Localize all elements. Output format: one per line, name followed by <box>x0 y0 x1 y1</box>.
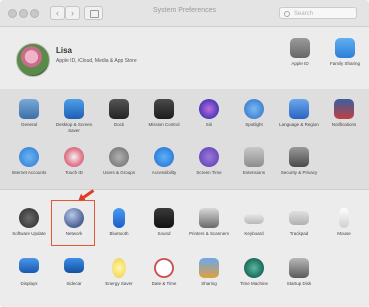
show-all-button[interactable] <box>84 6 103 20</box>
printer-icon <box>199 208 219 228</box>
apple-id-icon <box>290 38 310 58</box>
energy-saver-icon <box>112 258 126 278</box>
close-window-button[interactable] <box>8 9 17 18</box>
pref-apple-id[interactable]: Apple ID <box>278 38 322 67</box>
pref-sound[interactable]: Sound <box>142 208 186 237</box>
dock-icon <box>109 99 129 119</box>
notifications-icon <box>334 99 354 119</box>
sound-icon <box>154 208 174 228</box>
network-highlight-box <box>51 200 95 246</box>
extensions-icon <box>244 147 264 167</box>
grid-icon <box>90 10 99 18</box>
pref-energy-saver[interactable]: Energy Saver <box>97 258 141 287</box>
spotlight-icon <box>244 99 264 119</box>
pref-general[interactable]: General <box>7 99 51 128</box>
trackpad-icon <box>289 211 309 225</box>
internet-accounts-icon <box>19 147 39 167</box>
pref-trackpad[interactable]: Trackpad <box>277 208 321 237</box>
siri-icon <box>199 99 219 119</box>
system-preferences-window: ‹ › System Preferences Search Lisa Apple… <box>0 0 369 307</box>
pref-displays[interactable]: Displays <box>7 258 51 287</box>
pref-keyboard[interactable]: Keyboard <box>232 208 276 237</box>
accessibility-icon <box>154 147 174 167</box>
pref-desktop-screen-saver[interactable]: Desktop & Screen Saver <box>52 99 96 133</box>
pref-screen-time[interactable]: Screen Time <box>187 147 231 176</box>
user-name: Lisa <box>56 46 73 55</box>
user-subtitle: Apple ID, iCloud, Media & App Store <box>56 58 137 64</box>
pref-accessibility[interactable]: Accessibility <box>142 147 186 176</box>
preferences-section-personal: General Desktop & Screen Saver Dock Miss… <box>0 89 369 190</box>
pref-extensions[interactable]: Extensions <box>232 147 276 176</box>
keyboard-icon <box>244 214 264 224</box>
pref-notifications[interactable]: Notifications <box>322 99 366 128</box>
apple-id-banner: Lisa Apple ID, iCloud, Media & App Store… <box>0 27 369 90</box>
mouse-icon <box>339 208 349 228</box>
users-icon <box>109 147 129 167</box>
forward-button[interactable]: › <box>65 6 80 20</box>
pref-bluetooth[interactable]: Bluetooth <box>97 208 141 237</box>
pref-security-privacy[interactable]: Security & Privacy <box>277 147 321 176</box>
pref-language-region[interactable]: Language & Region <box>277 99 321 128</box>
pref-siri[interactable]: Siri <box>187 99 231 128</box>
search-icon <box>284 11 290 17</box>
pref-users-groups[interactable]: Users & Groups <box>97 147 141 176</box>
window-title: System Preferences <box>152 7 217 14</box>
title-bar: ‹ › System Preferences Search <box>0 0 369 27</box>
pref-spotlight[interactable]: Spotlight <box>232 99 276 128</box>
sharing-icon <box>199 258 219 278</box>
bluetooth-icon <box>113 208 125 228</box>
pref-sharing[interactable]: Sharing <box>187 258 231 287</box>
security-icon <box>289 147 309 167</box>
pref-internet-accounts[interactable]: Internet Accounts <box>7 147 51 176</box>
pref-printers-scanners[interactable]: Printers & Scanners <box>187 208 231 237</box>
zoom-window-button[interactable] <box>30 9 39 18</box>
minimize-window-button[interactable] <box>19 9 28 18</box>
startup-disk-icon <box>289 258 309 278</box>
pref-dock[interactable]: Dock <box>97 99 141 128</box>
pref-startup-disk[interactable]: Startup Disk <box>277 258 321 287</box>
touch-id-icon <box>64 147 84 167</box>
search-input[interactable]: Search <box>279 7 357 19</box>
screen-time-icon <box>199 147 219 167</box>
pref-software-update[interactable]: Software Update <box>7 208 51 237</box>
mission-control-icon <box>154 99 174 119</box>
family-sharing-icon <box>335 38 355 58</box>
sidecar-icon <box>64 258 84 273</box>
general-icon <box>19 99 39 119</box>
pref-family-sharing[interactable]: Family Sharing <box>323 38 367 67</box>
date-time-icon <box>154 258 174 278</box>
pref-mouse[interactable]: Mouse <box>322 208 366 237</box>
desktop-icon <box>64 99 84 119</box>
pref-mission-control[interactable]: Mission Control <box>142 99 186 128</box>
pref-touch-id[interactable]: Touch ID <box>52 147 96 176</box>
pref-sidecar[interactable]: Sidecar <box>52 258 96 287</box>
pref-time-machine[interactable]: Time Machine <box>232 258 276 287</box>
time-machine-icon <box>244 258 264 278</box>
back-button[interactable]: ‹ <box>50 6 65 20</box>
displays-icon <box>19 258 39 273</box>
pref-date-time[interactable]: Date & Time <box>142 258 186 287</box>
language-icon <box>289 99 309 119</box>
software-update-icon <box>19 208 39 228</box>
avatar[interactable] <box>16 43 50 77</box>
